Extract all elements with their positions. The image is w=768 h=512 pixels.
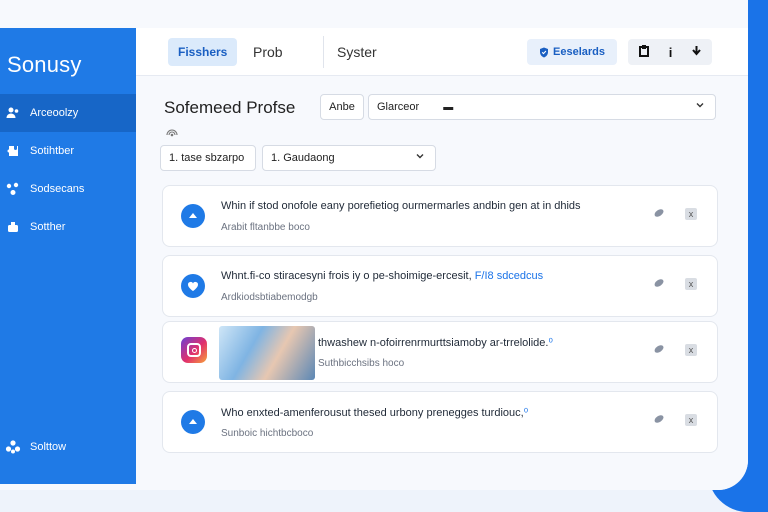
leaf-icon[interactable] bbox=[653, 343, 665, 358]
import-icon[interactable] bbox=[638, 44, 650, 60]
box-icon bbox=[4, 218, 22, 236]
filter-dropdown-value: Glarceor bbox=[377, 101, 420, 113]
info-icon[interactable]: i bbox=[669, 45, 673, 60]
item-title-text: Whnt.fi-co stiracesyni frois iy o pe-sho… bbox=[221, 270, 475, 282]
item-subtitle: Sunboic hichtbcboco bbox=[221, 428, 314, 439]
close-icon[interactable]: x bbox=[685, 208, 697, 220]
rss-icon bbox=[166, 128, 178, 143]
download-icon[interactable] bbox=[691, 45, 702, 60]
sidebar-item-1[interactable]: Arceoolzy bbox=[0, 94, 136, 132]
item-link[interactable]: ⁰ bbox=[524, 407, 528, 419]
list-item[interactable]: Whnt.fi-co stiracesyni frois iy o pe-sho… bbox=[162, 255, 718, 317]
tab-1[interactable]: Fisshers bbox=[168, 38, 238, 66]
chevron-down-icon bbox=[415, 151, 425, 164]
close-icon[interactable]: x bbox=[685, 278, 697, 290]
sort-select-2[interactable]: 1. Gaudaong bbox=[262, 145, 436, 171]
item-title-text: Who enxted-amenferousut thesed urbony pr… bbox=[221, 407, 524, 419]
tab-3[interactable]: Syster bbox=[337, 38, 377, 66]
brand-logo: Sonusy bbox=[7, 52, 82, 77]
chevron-down-icon bbox=[695, 100, 705, 113]
page-title: Sofemeed Profse bbox=[164, 98, 296, 117]
toolbar-icon-group: i bbox=[628, 39, 712, 65]
leaf-icon[interactable] bbox=[653, 207, 665, 222]
item-title: Who enxted-amenferousut thesed urbony pr… bbox=[221, 406, 528, 419]
filter-field-1[interactable]: Anbe bbox=[320, 94, 364, 120]
sidebar-item-2[interactable]: Sotihtber bbox=[0, 132, 136, 170]
sidebar-item-label: Sotther bbox=[30, 221, 66, 233]
list-item[interactable]: Who enxted-amenferousut thesed urbony pr… bbox=[162, 391, 718, 453]
app-window: Sonusy Arceoolzy Sotihtber Sodsecans Sot… bbox=[0, 0, 748, 490]
item-title-text: thwashew n-ofoirrenrmurttsiamoby ar-trre… bbox=[318, 337, 549, 349]
list-item[interactable]: thwashew n-ofoirrenrmurttsiamoby ar-trre… bbox=[162, 321, 718, 383]
item-link[interactable]: ⁰ bbox=[548, 337, 552, 349]
close-icon[interactable]: x bbox=[685, 344, 697, 356]
sidebar-item-label: Arceoolzy bbox=[30, 107, 79, 119]
sidebar-item-label: Solttow bbox=[30, 441, 67, 453]
network-icon bbox=[4, 180, 22, 198]
item-subtitle: Suthbicchsibs hoco bbox=[318, 358, 405, 369]
sidebar-item-4[interactable]: Sotther bbox=[0, 208, 136, 246]
tab-2[interactable]: Prob bbox=[253, 38, 283, 66]
shield-icon bbox=[539, 47, 549, 58]
instagram-icon bbox=[181, 337, 207, 363]
sidebar-item-label: Sotihtber bbox=[30, 145, 75, 157]
group-icon bbox=[4, 438, 22, 456]
sidebar-item-3[interactable]: Sodsecans bbox=[0, 170, 136, 208]
dash-icon: ▬ bbox=[443, 101, 454, 113]
item-subtitle: Arabit fltanbbe boco bbox=[221, 222, 310, 233]
sort-select-1[interactable]: 1. tase sbzarpo bbox=[160, 145, 256, 171]
puzzle-icon bbox=[4, 142, 22, 160]
upload-icon bbox=[181, 410, 205, 434]
close-icon[interactable]: x bbox=[685, 414, 697, 426]
item-link[interactable]: F/I8 sdcedcus bbox=[475, 270, 543, 282]
leaf-icon[interactable] bbox=[653, 413, 665, 428]
sidebar-item-label: Sodsecans bbox=[30, 183, 85, 195]
toolbar-divider bbox=[323, 36, 324, 68]
filter-dropdown[interactable]: Glarceor ▬ bbox=[368, 94, 716, 120]
action-button[interactable]: Eeselards bbox=[527, 39, 617, 65]
people-icon bbox=[4, 104, 22, 122]
sort-select-2-value: 1. Gaudaong bbox=[271, 152, 335, 164]
upload-icon bbox=[181, 204, 205, 228]
post-thumbnail[interactable] bbox=[219, 326, 315, 380]
heart-icon bbox=[181, 274, 205, 298]
item-title: Whin if stod onofole eany porefietiog ou… bbox=[221, 200, 581, 212]
item-title: Whnt.fi-co stiracesyni frois iy o pe-sho… bbox=[221, 270, 543, 282]
top-toolbar: Fisshers Prob Syster Eeselards i bbox=[136, 28, 748, 76]
list-item[interactable]: Whin if stod onofole eany porefietiog ou… bbox=[162, 185, 718, 247]
item-title: thwashew n-ofoirrenrmurttsiamoby ar-trre… bbox=[318, 336, 553, 349]
sidebar: Sonusy Arceoolzy Sotihtber Sodsecans Sot… bbox=[0, 28, 136, 484]
item-subtitle: Ardkiodsbtiabemodgb bbox=[221, 292, 318, 303]
sidebar-item-bottom[interactable]: Solttow bbox=[0, 428, 136, 466]
action-button-label: Eeselards bbox=[553, 46, 605, 58]
main-content: Fisshers Prob Syster Eeselards i Sofemee… bbox=[136, 28, 748, 490]
leaf-icon[interactable] bbox=[653, 277, 665, 292]
